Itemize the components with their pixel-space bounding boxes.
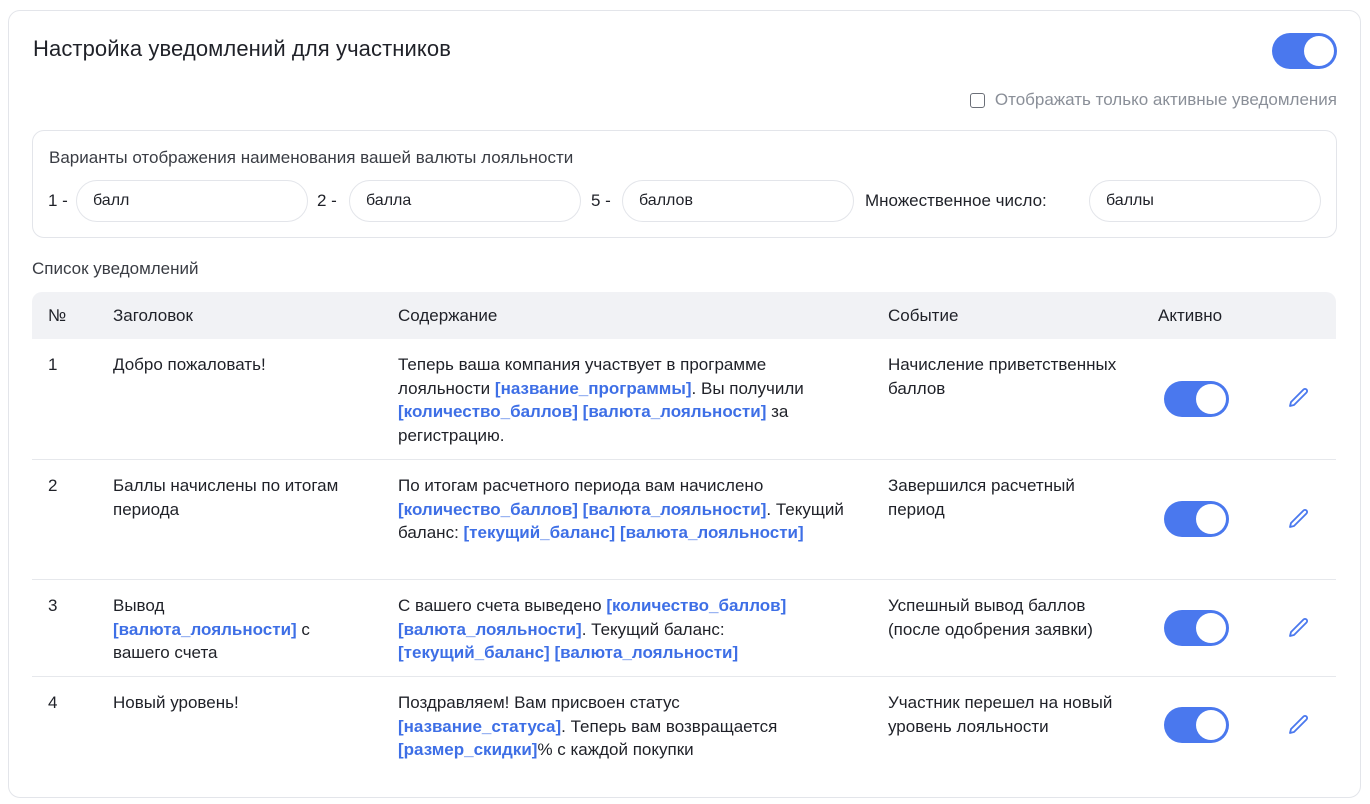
pencil-icon [1289,715,1308,734]
column-number: № [48,306,67,325]
row-event: Участник перешел на новый уровень лояльн… [888,693,1113,736]
column-content: Содержание [398,306,498,325]
row-content: По итогам расчетного периода вам начисле… [398,476,844,542]
row-title: Новый уровень! [113,693,239,712]
row-title: Вывод [валюта_лояльности] с вашего счета [113,596,310,662]
currency-plural-label: Множественное число: [865,191,1047,210]
currency-two-label: 2 - [317,191,337,210]
currency-plural-input[interactable] [1089,180,1321,222]
row-number: 3 [48,596,58,615]
row-content: С вашего счета выведено [количество_балл… [398,596,787,662]
row-event: Начисление приветственных баллов [888,355,1117,398]
row-number: 2 [48,476,58,495]
toggle-knob [1304,36,1334,66]
row-title: Добро пожаловать! [113,355,266,374]
edit-button[interactable] [1284,504,1314,534]
table-row: 1 Добро пожаловать! Теперь ваша компания… [32,339,1336,460]
toggle-knob [1196,384,1226,414]
edit-button[interactable] [1284,383,1314,413]
currency-five-input[interactable] [622,180,854,222]
edit-button[interactable] [1284,613,1314,643]
column-active: Активно [1158,306,1223,325]
edit-button[interactable] [1284,710,1314,740]
toggle-knob [1196,613,1226,643]
pencil-icon [1289,618,1308,637]
toggle-knob [1196,710,1226,740]
currency-two-input[interactable] [349,180,581,222]
row-event: Успешный вывод баллов (после одобрения з… [888,596,1093,639]
toggle-knob [1196,504,1226,534]
row-number: 4 [48,693,58,712]
active-only-label: Отображать только активные уведомления [994,90,1337,109]
row-active-toggle[interactable] [1164,501,1229,537]
row-title: Баллы начислены по итогам периода [113,476,339,519]
table-row: 4 Новый уровень! Поздравляем! Вам присво… [32,677,1336,777]
table-header: № Заголовок Содержание Событие Активно [32,292,1336,339]
row-active-toggle[interactable] [1164,381,1229,417]
column-event: Событие [888,306,959,325]
currency-one-input[interactable] [76,180,308,222]
active-only-checkbox[interactable] [969,92,985,108]
pencil-icon [1289,509,1308,528]
table-row: 2 Баллы начислены по итогам периода По и… [32,460,1336,580]
row-content: Поздравляем! Вам присвоен статус [назван… [398,693,778,759]
row-event: Завершился расчетный период [888,476,1075,519]
active-only-filter[interactable]: Отображать только активные уведомления [969,90,1337,110]
row-number: 1 [48,355,58,374]
column-title: Заголовок [113,306,193,325]
pencil-icon [1289,388,1308,407]
notifications-master-toggle[interactable] [1272,33,1337,69]
currency-five-label: 5 - [591,191,611,210]
currency-panel-title: Варианты отображения наименования вашей … [49,148,574,167]
row-active-toggle[interactable] [1164,707,1229,743]
notifications-list-title: Список уведомлений [32,259,199,278]
currency-one-label: 1 - [48,191,68,210]
currency-names-panel: Варианты отображения наименования вашей … [32,130,1337,238]
page-title: Настройка уведомлений для участников [33,36,452,61]
row-active-toggle[interactable] [1164,610,1229,646]
table-row: 3 Вывод [валюта_лояльности] с вашего сче… [32,580,1336,677]
row-content: Теперь ваша компания участвует в програм… [398,355,804,445]
